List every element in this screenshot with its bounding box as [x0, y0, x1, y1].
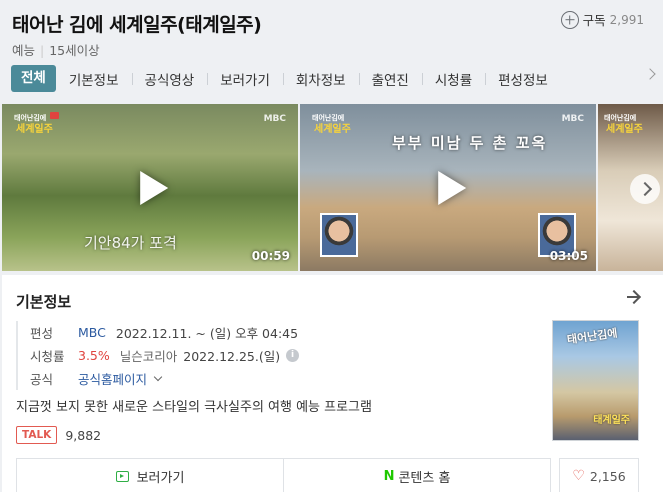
like-count: 2,156 [589, 468, 626, 484]
tab-bar: 전체 기본정보 공식영상 보러가기 회차정보 출연진 시청률 편성정보 [11, 65, 561, 92]
genre-label: 예능 [12, 43, 36, 58]
heart-icon: ♡ [572, 468, 585, 484]
svg-text:태어난김에: 태어난김에 [604, 113, 636, 122]
tv-play-icon [115, 470, 129, 482]
tab-cast[interactable]: 출연진 [358, 69, 422, 89]
official-homepage-link[interactable]: 공식홈페이지 [78, 369, 147, 388]
show-logo-icon: 태어난김에세계일주 [312, 113, 351, 135]
svg-text:세계일주: 세계일주 [16, 122, 53, 135]
tab-scroll-right-icon[interactable] [644, 68, 656, 80]
cast-thumbnail [320, 213, 358, 257]
svg-text:태어난김에: 태어난김에 [312, 113, 344, 122]
ratings-source: 닐슨코리아 [119, 349, 178, 364]
talk-count: 9,882 [65, 427, 102, 443]
meta-divider: | [40, 43, 45, 58]
broadcaster-watermark: MBC [561, 114, 584, 124]
naver-n-icon: N [383, 468, 395, 484]
watch-label: 보러가기 [136, 470, 185, 486]
subscriber-count: 2,991 [609, 12, 644, 27]
program-poster[interactable]: 태어난김에 태계일주 [552, 320, 639, 441]
content-home-button[interactable]: N 콘텐츠 홈 [283, 459, 550, 492]
tab-watch[interactable]: 보러가기 [207, 69, 283, 89]
subscribe-label: 구독 [582, 13, 606, 28]
svg-text:태어난김에: 태어난김에 [14, 113, 46, 122]
video-duration: 03:05 [549, 249, 588, 263]
broadcaster-link[interactable]: MBC [78, 325, 106, 340]
info-list: 편성 MBC 2022.12.11. ~ (일) 오후 04:45 시청률 3.… [16, 321, 300, 390]
program-header: 태어난 김에 세계일주(태계일주) 예능 | 15세이상 구독 2,991 전체 기… [0, 0, 663, 101]
carousel-next-button[interactable] [630, 174, 660, 204]
tab-basic-info[interactable]: 기본정보 [56, 69, 132, 89]
ratings-date: 2022.12.25.(일) [183, 349, 281, 364]
tab-schedule[interactable]: 편성정보 [485, 69, 561, 89]
watch-button[interactable]: 보러가기 [17, 459, 283, 492]
official-label: 공식 [30, 372, 54, 387]
broadcast-label: 편성 [30, 326, 54, 341]
svg-text:세계일주: 세계일주 [606, 122, 643, 135]
action-bar: 보러가기 N 콘텐츠 홈 [16, 458, 551, 492]
content-home-label: 콘텐츠 홈 [398, 470, 451, 486]
arrow-right-icon[interactable] [627, 296, 639, 298]
info-icon[interactable]: i [286, 349, 300, 362]
section-title: 기본정보 [16, 293, 72, 311]
air-date: 2022.12.11. ~ (일) 오후 04:45 [115, 326, 299, 341]
video-caption: 부부 미남 두 촌 꼬옥 [392, 134, 548, 152]
plus-circle-icon [560, 10, 579, 29]
broadcaster-watermark: MBC [263, 114, 286, 124]
subscribe-button[interactable]: 구독 2,991 [560, 10, 644, 29]
ratings-value: 3.5% [78, 348, 110, 363]
tab-episodes[interactable]: 회차정보 [282, 69, 359, 89]
tab-ratings[interactable]: 시청률 [421, 69, 485, 89]
video-caption: 기안84가 포격 [84, 234, 177, 252]
video-card[interactable]: 태어난김에 세계일주 MBC 기안84가 포격 00:59 [2, 104, 298, 271]
basic-info-card: 기본정보 편성 MBC 2022.12.11. ~ (일) 오후 04:45 시… [2, 275, 663, 492]
tab-official-video[interactable]: 공식영상 [131, 69, 208, 89]
ratings-row: 시청률 3.5% 닐슨코리아 2022.12.25.(일) i [30, 344, 300, 367]
svg-text:세계일주: 세계일주 [314, 122, 351, 135]
talk-badge: TALK [16, 426, 58, 444]
like-button[interactable]: ♡ 2,156 [559, 458, 639, 492]
poster-title-bottom: 태계일주 [593, 415, 630, 426]
play-icon[interactable] [140, 170, 169, 205]
program-meta: 예능 | 15세이상 [12, 40, 100, 59]
ratings-label: 시청률 [30, 349, 65, 364]
chevron-down-icon[interactable] [153, 372, 163, 382]
program-description: 지금껏 보지 못한 새로운 스타일의 극사실주의 여행 예능 프로그램 [16, 400, 372, 415]
page-title: 태어난 김에 세계일주(태계일주) [12, 14, 262, 36]
video-carousel: 태어난김에 세계일주 MBC 기안84가 포격 00:59 태어난김에 세계일주 M… [2, 104, 663, 271]
play-icon[interactable] [438, 170, 467, 205]
poster-title-top: 태어난김에 [566, 326, 619, 347]
age-rating-label: 15세이상 [49, 43, 100, 58]
broadcast-row: 편성 MBC 2022.12.11. ~ (일) 오후 04:45 [30, 321, 299, 344]
show-logo-icon: 태어난김에세계일주 [14, 112, 59, 135]
video-card[interactable]: 태어난김에 세계일주 MBC 부부 미남 두 촌 꼬옥 03:05 [300, 104, 596, 271]
official-row: 공식 공식홈페이지 [30, 367, 299, 390]
video-duration: 00:59 [251, 249, 290, 263]
show-logo-icon: 태어난김에세계일주 [604, 113, 643, 135]
talk-link[interactable]: TALK 9,882 [16, 426, 101, 444]
tab-all[interactable]: 전체 [11, 65, 56, 92]
